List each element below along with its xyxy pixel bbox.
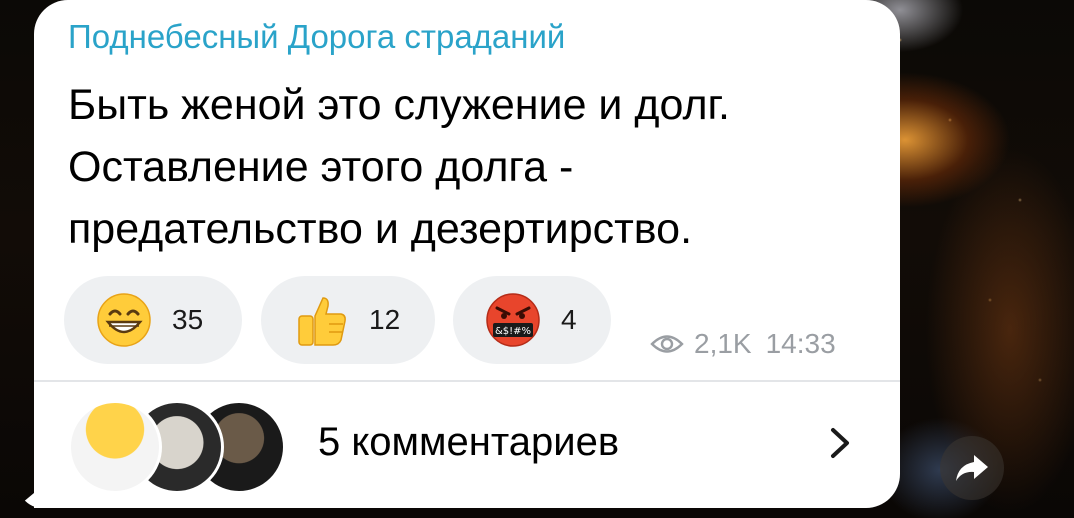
view-count: 2,1K bbox=[694, 328, 752, 359]
reaction-count: 35 bbox=[172, 304, 204, 335]
reaction-count: 4 bbox=[561, 304, 577, 335]
thumbs-up-icon bbox=[293, 292, 349, 348]
message-line: предательство и дезертирство. bbox=[68, 205, 693, 253]
message-line: Оставление этого долга - bbox=[68, 143, 574, 191]
cursing-symbols: &$!#% bbox=[495, 326, 531, 337]
message-meta: 2,1K 14:33 bbox=[650, 328, 836, 360]
eye-icon bbox=[650, 335, 684, 353]
reaction-count: 12 bbox=[369, 304, 401, 335]
cursing-face-icon: &$!#% bbox=[485, 292, 541, 348]
reaction-cursing-button[interactable]: &$!#% 4 bbox=[453, 276, 611, 364]
comments-link[interactable]: 5 комментариев bbox=[318, 420, 619, 465]
grinning-face-icon bbox=[96, 292, 152, 348]
reaction-thumbs-up-button[interactable]: 12 bbox=[261, 276, 435, 364]
reaction-grinning-button[interactable]: 35 bbox=[64, 276, 242, 364]
sender-name[interactable]: Поднебесный Дорога страданий bbox=[68, 18, 565, 56]
message-text: Быть женой это служение и долг. Оставлен… bbox=[68, 74, 878, 260]
message-time: 14:33 bbox=[765, 328, 836, 359]
commenter-avatars[interactable] bbox=[68, 400, 286, 494]
share-button[interactable] bbox=[940, 436, 1004, 500]
chevron-right-icon[interactable] bbox=[826, 426, 854, 460]
message-line: Быть женой это служение и долг. bbox=[68, 81, 730, 129]
share-arrow-icon bbox=[956, 455, 988, 481]
avatar bbox=[68, 400, 162, 494]
comments-divider bbox=[34, 380, 900, 382]
